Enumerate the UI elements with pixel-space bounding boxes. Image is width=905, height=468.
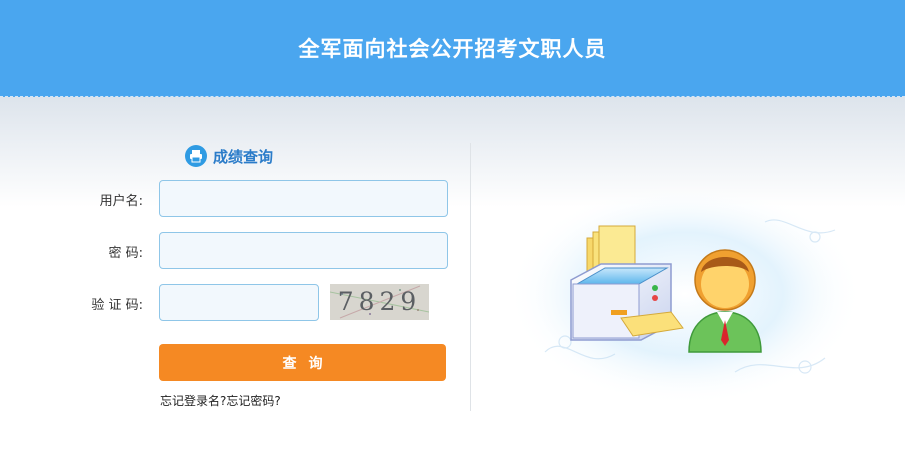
password-label: 密 码: [108,246,143,261]
page-header: 全军面向社会公开招考文职人员 [0,0,905,97]
password-input[interactable] [159,232,448,269]
captcha-label: 验 证 码: [91,298,143,313]
panel-divider [470,143,471,411]
printer-icon [185,145,207,167]
score-query-illustration [507,182,863,406]
captcha-text: 7829 [337,287,422,316]
panel-header: 成绩查询 [185,144,273,168]
account-links: 忘记登录名?忘记密码? [160,392,281,409]
page-title: 全军面向社会公开招考文职人员 [298,37,607,61]
query-button[interactable]: 查询 [159,344,446,381]
username-label: 用户名: [99,194,143,209]
forgot-password-link[interactable]: 忘记密码? [226,394,280,408]
panel-title: 成绩查询 [213,147,274,166]
username-input[interactable] [159,180,448,217]
captcha-image[interactable]: 7829 [330,284,429,320]
forgot-username-link[interactable]: 忘记登录名? [160,394,226,408]
captcha-input[interactable] [159,284,319,321]
